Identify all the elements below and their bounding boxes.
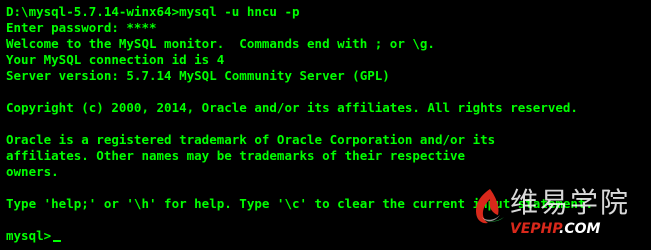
trademark-line-1: Oracle is a registered trademark of Orac… — [6, 132, 496, 147]
watermark-chinese-text: 维易学院 — [510, 186, 631, 219]
welcome-line: Welcome to the MySQL monitor. Commands e… — [6, 36, 435, 51]
mysql-prompt: mysql> — [6, 228, 52, 243]
text-cursor — [53, 240, 62, 242]
trademark-line-3: owners. — [6, 164, 59, 179]
terminal-window[interactable]: D:\mysql-5.7.14-winx64>mysql -u hncu -p … — [0, 0, 651, 250]
flame-logo-icon — [474, 189, 504, 224]
password-prompt: Enter password: **** — [6, 20, 157, 35]
watermark-url-rest: .COM — [559, 221, 601, 237]
copyright-line: Copyright (c) 2000, 2014, Oracle and/or … — [6, 100, 578, 115]
watermark-url-accent: VEPHP — [510, 221, 560, 237]
watermark-url: VEPHP.COM — [510, 220, 600, 238]
server-version-line: Server version: 5.7.14 MySQL Community S… — [6, 68, 390, 83]
trademark-line-2: affiliates. Other names may be trademark… — [6, 148, 466, 163]
connection-id-line: Your MySQL connection id is 4 — [6, 52, 225, 67]
mysql-prompt-line[interactable]: mysql> — [6, 228, 62, 244]
command-line: D:\mysql-5.7.14-winx64>mysql -u hncu -p — [6, 4, 300, 19]
watermark: 维易学院 VEPHP.COM — [468, 187, 644, 243]
